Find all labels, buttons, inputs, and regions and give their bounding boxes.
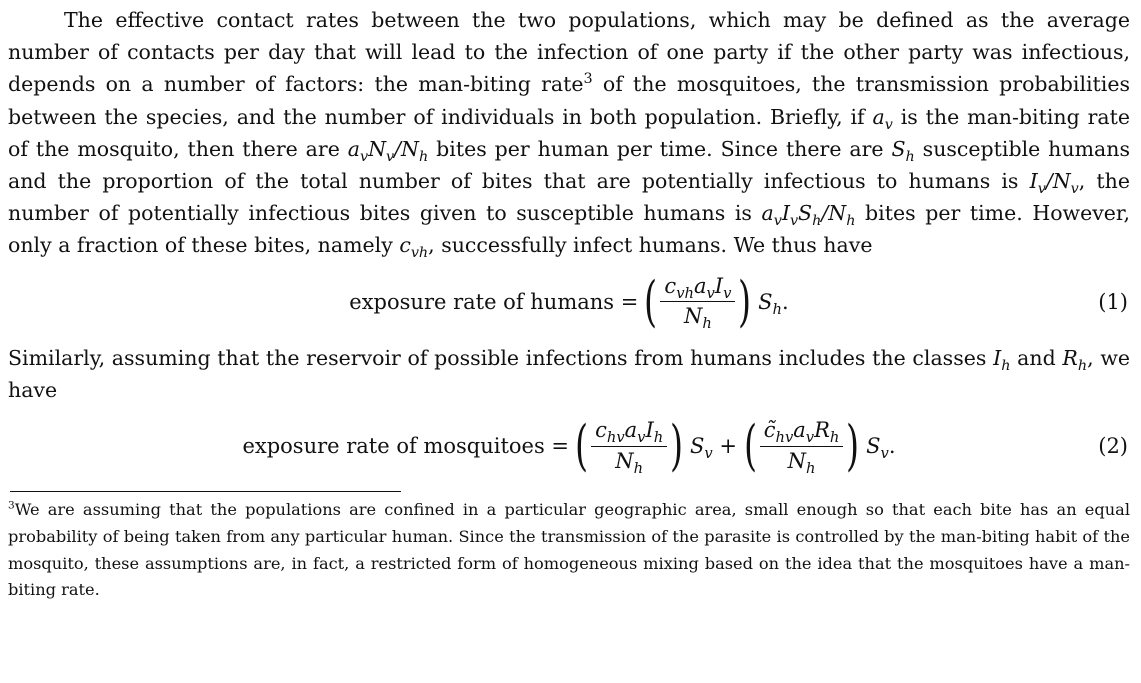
fraction-numerator: cvhavIv — [660, 274, 736, 303]
right-paren: ) — [738, 269, 752, 333]
math-infectious-bites: avIvSh/Nh — [761, 201, 856, 230]
right-paren: ) — [846, 414, 860, 478]
paragraph-reservoir: Similarly, assuming that the reservoir o… — [8, 342, 1130, 406]
left-paren: ( — [743, 414, 757, 478]
equation-1: exposure rate of humans = ( cvhavIv Nh )… — [8, 262, 1130, 342]
math-cvh: cvh — [399, 233, 429, 262]
fraction: cvhavIv Nh — [660, 274, 736, 333]
footnote-marker: 3 — [8, 499, 15, 512]
page-body: The effective contact rates between the … — [8, 4, 1130, 604]
fraction-denominator: Nh — [787, 448, 816, 477]
equation-2-body: exposure rate of mosquitoes = ( chvavIh … — [242, 414, 896, 478]
footnote-text: We are assuming that the populations are… — [8, 500, 1130, 600]
fraction: chvavIh Nh — [591, 418, 668, 477]
text-segment: Similarly, assuming that the reservoir o… — [8, 345, 994, 370]
equation-1-label: exposure rate of humans = — [349, 289, 639, 314]
math-sh: Sh — [751, 289, 783, 318]
equation-2: exposure rate of mosquitoes = ( chvavIh … — [8, 406, 1130, 486]
equation-1-body: exposure rate of humans = ( cvhavIv Nh )… — [349, 269, 789, 333]
math-ih: Ih — [993, 345, 1011, 374]
text-segment: and — [1010, 345, 1063, 370]
footnote-reference[interactable]: 3 — [583, 72, 592, 88]
fraction-numerator: chvavIh — [591, 418, 668, 447]
math-rh: Rh — [1062, 345, 1088, 374]
fraction-denominator: Nh — [615, 448, 644, 477]
fraction: c̃hvavRh Nh — [759, 418, 844, 477]
equation-1-number: (1) — [1098, 289, 1128, 314]
text-segment: bites per human per time. Since there ar… — [428, 136, 892, 161]
footnote-divider — [10, 491, 401, 493]
math-sv: Sv — [859, 434, 889, 463]
right-paren: ) — [670, 414, 684, 478]
footnote-3: 3We are assuming that the populations ar… — [8, 497, 1130, 604]
math-bites-per-human: avNv/Nh — [347, 136, 429, 165]
math-iv-nv: Iv/Nv — [1029, 169, 1079, 198]
left-paren: ( — [644, 269, 658, 333]
fraction-denominator: Nh — [683, 304, 712, 333]
equation-2-number: (2) — [1098, 434, 1128, 459]
left-paren: ( — [575, 414, 589, 478]
equation-2-label: exposure rate of mosquitoes = — [242, 434, 570, 459]
math-sh: Sh — [891, 136, 915, 165]
text-segment: , successfully infect humans. We thus ha… — [428, 233, 873, 258]
math-sv: Sv — [683, 434, 713, 463]
math-av: av — [872, 104, 893, 133]
paragraph-contact-rates: The effective contact rates between the … — [8, 4, 1130, 262]
fraction-numerator: c̃hvavRh — [759, 418, 844, 447]
plus-sign: + — [712, 434, 744, 459]
